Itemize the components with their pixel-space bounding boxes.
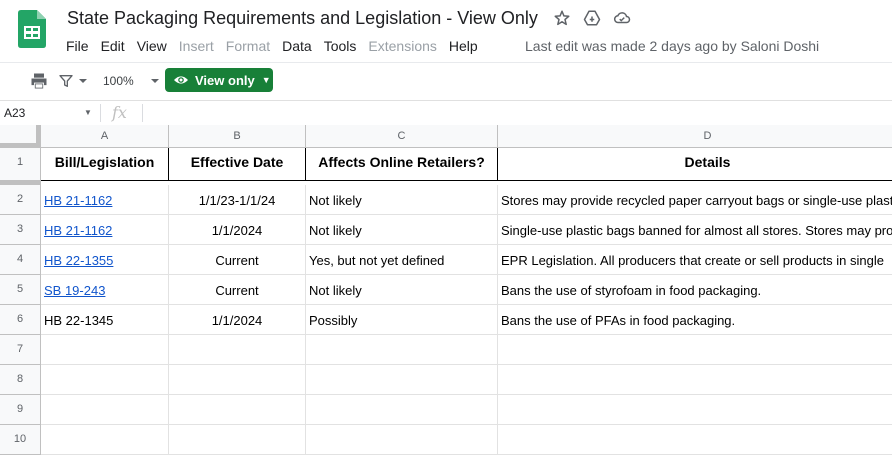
- bill-link[interactable]: HB 21-1162: [44, 223, 112, 238]
- row-header-2[interactable]: 2: [0, 185, 41, 215]
- table-cell[interactable]: Possibly: [306, 305, 498, 335]
- menu-tools[interactable]: Tools: [318, 36, 363, 56]
- view-only-button[interactable]: View only ▼: [165, 68, 273, 92]
- table-cell[interactable]: EPR Legislation. All producers that crea…: [498, 245, 892, 275]
- table-cell[interactable]: 1/1/2024: [169, 215, 306, 245]
- fx-icon: fx: [112, 103, 127, 122]
- table-cell[interactable]: [306, 335, 498, 365]
- table-cell[interactable]: [498, 395, 892, 425]
- move-to-drive-icon[interactable]: [583, 9, 601, 27]
- table-cell[interactable]: 1/1/2024: [169, 305, 306, 335]
- header-cell-d[interactable]: Details: [498, 148, 892, 181]
- table-cell[interactable]: HB 21-1162: [41, 185, 169, 215]
- menu-edit[interactable]: Edit: [95, 36, 131, 56]
- formula-bar-separator: [100, 104, 101, 122]
- row-header-1[interactable]: 1: [0, 148, 41, 181]
- table-cell[interactable]: Bans the use of styrofoam in food packag…: [498, 275, 892, 305]
- menu-data[interactable]: Data: [276, 36, 318, 56]
- table-cell[interactable]: HB 22-1355: [41, 245, 169, 275]
- chevron-down-icon: ▼: [261, 75, 271, 85]
- row-header-9[interactable]: 9: [0, 395, 41, 425]
- table-cell[interactable]: [41, 395, 169, 425]
- table-cell[interactable]: Not likely: [306, 185, 498, 215]
- print-icon[interactable]: [29, 71, 49, 91]
- table-cell[interactable]: SB 19-243: [41, 275, 169, 305]
- row-header-5[interactable]: 5: [0, 275, 41, 305]
- header-cell-a[interactable]: Bill/Legislation: [41, 148, 169, 181]
- menu-extensions[interactable]: Extensions: [362, 36, 442, 56]
- table-cell[interactable]: Not likely: [306, 215, 498, 245]
- table-cell[interactable]: [169, 425, 306, 455]
- table-cell[interactable]: Single-use plastic bags banned for almos…: [498, 215, 892, 245]
- table-cell[interactable]: [169, 365, 306, 395]
- table-cell[interactable]: Current: [169, 245, 306, 275]
- row-header-4[interactable]: 4: [0, 245, 41, 275]
- column-header-c[interactable]: C: [306, 125, 498, 148]
- bill-link[interactable]: HB 22-1355: [44, 253, 113, 268]
- document-title[interactable]: State Packaging Requirements and Legisla…: [67, 8, 538, 29]
- table-cell[interactable]: [169, 335, 306, 365]
- filter-icon: [59, 75, 73, 87]
- row-header-8[interactable]: 8: [0, 365, 41, 395]
- table-cell[interactable]: [41, 365, 169, 395]
- table-cell[interactable]: [498, 335, 892, 365]
- table-cell[interactable]: HB 22-1345: [41, 305, 169, 335]
- zoom-select[interactable]: 100%: [103, 71, 160, 91]
- formula-bar-divider: [0, 100, 892, 101]
- table-cell[interactable]: Yes, but not yet defined: [306, 245, 498, 275]
- row-header-6[interactable]: 6: [0, 305, 41, 335]
- table-cell[interactable]: Stores may provide recycled paper carryo…: [498, 185, 892, 215]
- frozen-row-gap: [41, 181, 892, 185]
- column-header-a[interactable]: A: [41, 125, 169, 148]
- table-cell[interactable]: 1/1/23-1/1/24: [169, 185, 306, 215]
- spreadsheet-grid: A B C D 1 Bill/Legislation Effective Date Affec…: [0, 125, 892, 457]
- zoom-value: 100%: [103, 74, 134, 88]
- column-header-d[interactable]: D: [498, 125, 892, 148]
- menu-format[interactable]: Format: [220, 36, 276, 56]
- row-header-7[interactable]: 7: [0, 335, 41, 365]
- row-header-10[interactable]: 10: [0, 425, 41, 455]
- bill-link[interactable]: SB 19-243: [44, 283, 105, 298]
- table-cell[interactable]: [306, 365, 498, 395]
- chevron-down-icon: [150, 79, 159, 83]
- table-cell[interactable]: [306, 425, 498, 455]
- table-cell[interactable]: [498, 365, 892, 395]
- formula-bar-separator: [142, 104, 143, 122]
- table-cell[interactable]: Bans the use of PFAs in food packaging.: [498, 305, 892, 335]
- google-sheets-logo-icon[interactable]: [18, 10, 46, 48]
- chevron-down-icon[interactable]: ▼: [84, 101, 92, 125]
- filter-button[interactable]: [58, 71, 88, 91]
- column-header-b[interactable]: B: [169, 125, 306, 148]
- table-cell[interactable]: Not likely: [306, 275, 498, 305]
- row-header-3[interactable]: 3: [0, 215, 41, 245]
- eye-icon: [174, 76, 188, 84]
- toolbar-divider: [0, 62, 892, 63]
- menu-bar: File Edit View Insert Format Data Tools …: [60, 36, 484, 56]
- table-cell[interactable]: [41, 335, 169, 365]
- menu-file[interactable]: File: [60, 36, 95, 56]
- menu-help[interactable]: Help: [443, 36, 484, 56]
- table-cell[interactable]: Current: [169, 275, 306, 305]
- table-cell[interactable]: [306, 395, 498, 425]
- chevron-down-icon: [79, 79, 87, 83]
- table-cell[interactable]: [498, 425, 892, 455]
- star-icon[interactable]: [553, 9, 571, 27]
- cloud-status-icon[interactable]: [613, 9, 631, 27]
- header-cell-b[interactable]: Effective Date: [169, 148, 306, 181]
- table-cell[interactable]: HB 21-1162: [41, 215, 169, 245]
- menu-insert[interactable]: Insert: [173, 36, 220, 56]
- freeze-row-handle[interactable]: [0, 143, 41, 147]
- header-cell-c[interactable]: Affects Online Retailers?: [306, 148, 498, 181]
- view-only-label: View only: [195, 72, 255, 88]
- table-cell[interactable]: [169, 395, 306, 425]
- last-edit-link[interactable]: Last edit was made 2 days ago by Saloni …: [525, 36, 819, 56]
- bill-link[interactable]: HB 21-1162: [44, 193, 112, 208]
- table-cell[interactable]: [41, 425, 169, 455]
- sheets-app: State Packaging Requirements and Legisla…: [0, 0, 892, 457]
- menu-view[interactable]: View: [131, 36, 173, 56]
